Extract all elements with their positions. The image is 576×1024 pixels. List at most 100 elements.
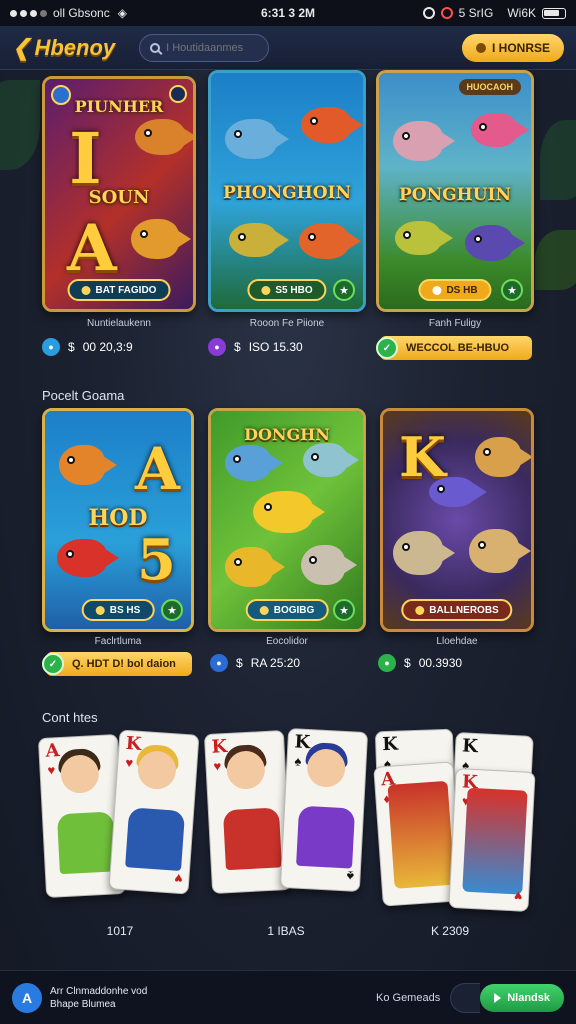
app-logo[interactable]: ❮ Hbenoy: [12, 35, 115, 61]
promo-line-2: Bhape Blumea: [50, 998, 116, 1010]
stat-prefix: $: [234, 340, 241, 354]
card-action-pill[interactable]: BOGIBG: [245, 599, 329, 621]
pill-icon: [415, 605, 425, 615]
header-cta-label: I HONRSE: [491, 40, 550, 55]
share-icon[interactable]: ★: [333, 279, 355, 301]
section-title: Cont htes: [42, 710, 98, 725]
stat-value: RA 25:20: [250, 656, 301, 670]
card-action-pill[interactable]: S5 HBO: [247, 279, 327, 301]
card-rank: K: [461, 735, 479, 758]
game-card-4[interactable]: A HOD 5 BS HS ★: [42, 408, 194, 632]
pill-label: DS HB: [446, 284, 478, 296]
card-action-pill[interactable]: BAT FAGIDO: [67, 279, 171, 301]
creature-icon: [131, 219, 179, 259]
logo-text: Hbenoy: [34, 34, 116, 60]
card-face-art: [462, 787, 528, 895]
carrier-text: oll Gbsonc: [53, 6, 110, 20]
card-rank: K: [293, 731, 311, 754]
shirt-shape: [56, 811, 116, 875]
stat-value: ISO 15.30: [248, 340, 303, 354]
alarm-icon: [422, 7, 435, 19]
playing-card[interactable]: K ♥: [203, 730, 293, 894]
game-card-3[interactable]: HUOCAOH PONGHUIN DS HB ★: [376, 70, 534, 312]
status-right: 5 SrIG Wi6K: [422, 6, 566, 20]
secondary-link[interactable]: Ko Gemeads: [376, 992, 440, 1004]
bonus-label: Q. HDT D! bol daion: [72, 658, 176, 670]
header-cta-button[interactable]: I HONRSE: [461, 33, 564, 62]
card-bonus-button[interactable]: ✓ Q. HDT D! bol daion: [42, 652, 192, 676]
search-box[interactable]: [139, 33, 270, 62]
share-icon[interactable]: ★: [161, 599, 183, 621]
game-card-6[interactable]: K BALLNEROBS: [380, 408, 534, 632]
card-stat: ● $ ISO 15.30: [208, 338, 303, 356]
stat-value: 00 20,3:9: [82, 340, 133, 354]
card-action-pill[interactable]: DS HB: [418, 279, 492, 301]
app-icon[interactable]: A: [12, 982, 42, 1013]
card-letter: 5: [137, 527, 176, 593]
card-rank: K: [381, 733, 399, 756]
bottom-actions: Ko Gemeads Nlandsk: [376, 982, 564, 1013]
share-icon[interactable]: ★: [501, 279, 523, 301]
card-title-top: PIUNHER: [74, 97, 164, 116]
card-bonus-button[interactable]: ✓ WECCOL BE-HBUO: [376, 336, 532, 360]
game-card-5[interactable]: DONGHN BOGIBG ★: [208, 408, 366, 632]
card-action-pill[interactable]: BS HS: [81, 599, 155, 621]
card-stat: ● $ 00 20,3:9: [42, 338, 133, 356]
pill-icon: [259, 605, 269, 615]
bonus-label: WECCOL BE-HBUO: [406, 342, 510, 354]
stat-prefix: $: [236, 656, 243, 670]
fish-icon: [229, 223, 277, 257]
check-icon: ✓: [42, 653, 64, 675]
heart-icon: ♥: [173, 870, 183, 888]
card-letter: A: [135, 435, 181, 503]
fish-icon: [393, 121, 443, 161]
stat-value: 00.3930: [418, 656, 463, 670]
fish-icon: [57, 539, 107, 577]
card-caption: Nuntielaukenn: [87, 318, 151, 329]
status-left: oll Gbsonc ◈: [10, 6, 127, 20]
shirt-shape: [296, 805, 356, 869]
promo-text: Arr Clnmaddonhe vod Bhape Blumea: [50, 985, 147, 1011]
card-caption: Lloehdae: [436, 636, 478, 647]
card-caption: Eocolidor: [266, 636, 308, 647]
game-card-2[interactable]: PHONGHOIN S5 HBO ★: [208, 70, 366, 312]
search-input[interactable]: [166, 41, 257, 54]
toggle-switch[interactable]: [450, 982, 481, 1013]
fish-icon: [59, 445, 105, 485]
card-stat: ● $ RA 25:20: [210, 654, 300, 672]
card-caption: Fanh Fuligy: [428, 318, 482, 329]
shirt-shape: [125, 807, 186, 872]
network-text: 5 SrIG: [458, 6, 494, 20]
card-caption: Rooon Fe Piione: [249, 318, 325, 329]
fish-icon: [225, 547, 273, 587]
bottom-bar: A Arr Clnmaddonhe vod Bhape Blumea Ko Ge…: [0, 970, 576, 1024]
card-action-pill[interactable]: BALLNEROBS: [401, 599, 513, 621]
pill-icon: [95, 605, 105, 615]
game-card-1[interactable]: PIUNHER I SOUN A BAT FAGIDO: [42, 76, 196, 312]
card-title-mid: SOUN: [88, 187, 150, 208]
record-icon: [440, 7, 453, 19]
coin-icon: ●: [210, 654, 228, 672]
fish-icon: [465, 225, 513, 261]
playing-card[interactable]: K ♥ ♥: [448, 768, 536, 912]
pill-label: BS HS: [109, 604, 141, 616]
coin-icon: ●: [378, 654, 396, 672]
fish-icon: [471, 113, 517, 147]
playing-card[interactable]: K ♠ ♠: [279, 728, 369, 892]
leaf-decoration: [535, 230, 576, 290]
fish-icon: [225, 119, 277, 159]
heart-icon: ♥: [513, 888, 523, 905]
coin-icon: [475, 42, 486, 53]
primary-download-button[interactable]: Nlandsk: [480, 983, 564, 1012]
playing-card[interactable]: K ♥ ♥: [108, 729, 200, 895]
stat-prefix: $: [68, 340, 75, 354]
card-title-mid: PHONGHOIN: [222, 183, 352, 203]
heart-icon: ♥: [47, 762, 56, 778]
share-icon[interactable]: ★: [333, 599, 355, 621]
fish-icon: [395, 221, 441, 255]
spade-icon: ♠: [345, 868, 354, 885]
primary-button-label: Nlandsk: [507, 991, 550, 1004]
card-letter: A: [67, 211, 117, 286]
leaf-decoration: [540, 120, 576, 200]
fish-icon: [303, 443, 347, 477]
